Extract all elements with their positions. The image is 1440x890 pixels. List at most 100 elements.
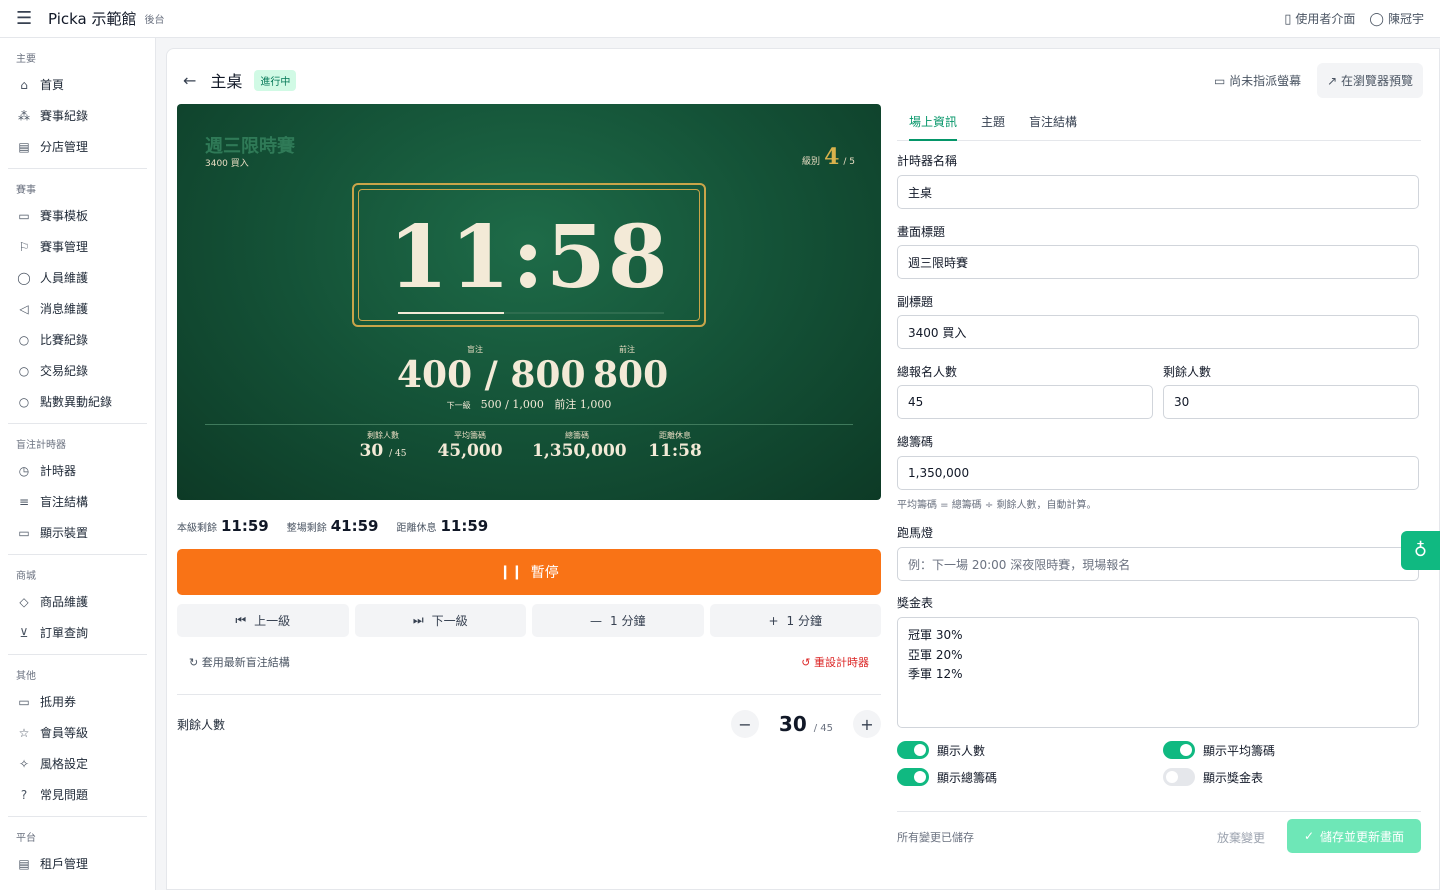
ticker-input[interactable]: 例：下一場 20:00 深夜限時賽，現場報名 [897,547,1419,581]
cart-icon: ⊻ [19,625,29,640]
switch-on [897,741,929,759]
sidebar-section-title: 平台 [16,833,36,844]
plus-minute-button[interactable]: +1 分鐘 [709,604,881,637]
sidebar-item-points[interactable]: ○ 點數異動紀錄 [0,386,155,417]
toggle-show-players[interactable]: 顯示人數 [897,741,985,759]
user-menu[interactable]: ◯ 陳冠宇 [1369,10,1424,27]
remaining-input[interactable]: 30 [1163,385,1419,419]
sitemap-icon: ⁂ [18,108,30,123]
screen-title-input[interactable]: 週三限時賽 [897,245,1419,279]
divider [177,694,881,695]
sidebar-item-blind-structure[interactable]: ≡ 盲注結構 [0,486,155,517]
pause-button[interactable]: ❙❙ 暫停 [177,549,881,595]
subtitle-input[interactable]: 3400 買入 [897,315,1419,349]
sidebar-item-staff[interactable]: ◯ 人員維護 [0,262,155,293]
remaining-field-label: 剩餘人數 [1163,365,1212,379]
sidebar-item-style[interactable]: ✧ 風格設定 [0,748,155,779]
next-level-button[interactable]: ⏭ 下一級 [354,604,526,637]
panel-tabs: 場上資訊 主題 盲注結構 [897,104,1421,141]
level-remaining: 本級剩餘 11:59 [177,517,269,535]
apply-structure-button[interactable]: ↻ 套用最新盲注結構 [189,654,290,670]
bag-icon[interactable]: ♁ [1401,531,1440,570]
user-icon: ◯ [1369,12,1384,27]
entries-input[interactable]: 45 [897,385,1153,419]
level-progress-bar [398,312,664,314]
building-icon: ▤ [18,856,30,871]
sidebar-item-match-records[interactable]: ○ 比賽紀錄 [0,324,155,355]
user-view-link[interactable]: ▯ 使用者介面 [1284,10,1355,27]
next-ante: 前注 1,000 [554,398,612,411]
search-icon: ○ [18,363,30,378]
plus-icon: + [768,613,779,628]
level-number: 4 [824,144,840,170]
tab-blind-structure[interactable]: 盲注結構 [1029,104,1077,141]
sidebar-divider [8,654,147,655]
timer-controls: ⏮ 上一級 ⏭ 下一級 —1 分鐘 +1 分鐘 [177,604,881,637]
sidebar-item-tenants[interactable]: ▤ 租戶管理 [0,848,155,879]
timer-name-input[interactable]: 主桌 [897,175,1419,209]
chips-label: 總籌碼 [897,435,934,449]
sidebar-item-events[interactable]: ⚐ 賽事管理 [0,231,155,262]
sidebar-item-displays[interactable]: ▭ 顯示裝置 [0,517,155,548]
switch-off [1163,768,1195,786]
toggle-show-prizes[interactable]: 顯示獎金表 [1163,768,1263,786]
timer-preview-screen: 週三限時賽 3400 買入 級別 4 / 5 11:58 盲注 400 / 80… [177,104,881,500]
prize-textarea[interactable]: 冠軍 30% 亞軍 20% 季軍 12% [897,617,1419,728]
sidebar-item-event-records[interactable]: ⁂ 賽事紀錄 [0,100,155,131]
discard-button[interactable]: 放棄變更 [1217,829,1265,846]
stat-average: 平均籌碼 45,000 [437,431,503,461]
sidebar: 主要 ⌂ 首頁 ⁂ 賽事紀錄 ▤ 分店管理 賽事 ▭ 賽事模板 ⚐ 賽事管理 ◯ 人員維護 … [0,38,156,890]
sidebar-section-title: 商城 [16,571,36,582]
sidebar-item-vouchers[interactable]: ▭ 抵用券 [0,686,155,717]
toggle-show-total-chips[interactable]: 顯示總籌碼 [897,768,997,786]
timer-icon: ◷ [18,463,30,478]
sidebar-item-faq[interactable]: ? 常見問題 [0,779,155,810]
increment-button[interactable]: + [853,710,881,738]
sidebar-divider [8,554,147,555]
menu-icon[interactable]: ☰ [16,8,36,29]
sidebar-item-products[interactable]: ◇ 商品維護 [0,586,155,617]
screen-subtitle: 3400 買入 [205,159,249,169]
sidebar-section-title: 賽事 [16,185,36,196]
tab-floor-info[interactable]: 場上資訊 [909,104,958,141]
chips-hint: 平均籌碼 = 總籌碼 ÷ 剩餘人數，自動計算。 [897,500,1097,511]
sidebar-item-templates[interactable]: ▭ 賽事模板 [0,200,155,231]
unassigned-screen-button[interactable]: ▭ 尚未指派螢幕 [1214,72,1301,89]
prev-level-button[interactable]: ⏮ 上一級 [177,604,349,637]
top-bar: ☰ Picka 示範館 後台 ▯ 使用者介面 ◯ 陳冠宇 [0,0,1440,38]
monitor-icon: ▭ [1213,73,1230,88]
next-blinds: 500 / 1,000 [480,398,544,411]
total-remaining: 整場剩餘 41:59 [286,517,379,535]
stat-break: 距離休息 11:58 [648,431,702,461]
sidebar-item-transactions[interactable]: ○ 交易紀錄 [0,355,155,386]
next-level-label: 下一級 [446,401,471,410]
stat-total-chips: 總籌碼 1,350,000 [532,431,627,461]
check-icon: ✓ [1303,829,1315,843]
chips-input[interactable]: 1,350,000 [897,456,1419,490]
brand-name: Picka 示範館 [48,10,137,28]
sidebar-item-timer[interactable]: ◷ 計時器 [0,455,155,486]
sidebar-item-branches[interactable]: ▤ 分店管理 [0,131,155,162]
minus-minute-button[interactable]: —1 分鐘 [532,604,704,637]
reset-icon: ↺ [801,656,814,669]
sidebar-divider [8,816,147,817]
blinds-value: 400 / 800 [397,354,586,396]
decrement-button[interactable]: − [730,710,759,738]
tab-theme[interactable]: 主題 [981,104,1005,141]
sidebar-item-orders[interactable]: ⊻ 訂單查詢 [0,617,155,648]
clock-frame: 11:58 [352,183,706,327]
timer-name-label: 計時器名稱 [897,154,958,168]
level-total: / 5 [843,157,855,167]
megaphone-icon: ◁ [19,301,29,316]
back-arrow-icon[interactable]: ← [183,71,196,90]
timer-readouts: 本級剩餘 11:59 整場剩餘 41:59 距離休息 11:59 [177,517,488,535]
save-update-button[interactable]: ✓ 儲存並更新畫面 [1287,819,1421,853]
building-icon: ▤ [18,139,30,154]
sidebar-item-home[interactable]: ⌂ 首頁 [0,69,155,100]
browser-preview-button[interactable]: ↗ 在瀏覽器預覽 [1317,62,1423,98]
sidebar-item-news[interactable]: ◁ 消息維護 [0,293,155,324]
monitor-icon: ▭ [18,525,30,540]
toggle-show-average[interactable]: 顯示平均籌碼 [1163,741,1275,759]
sidebar-item-member-levels[interactable]: ☆ 會員等級 [0,717,155,748]
reset-timer-button[interactable]: ↺ 重設計時器 [801,654,869,670]
